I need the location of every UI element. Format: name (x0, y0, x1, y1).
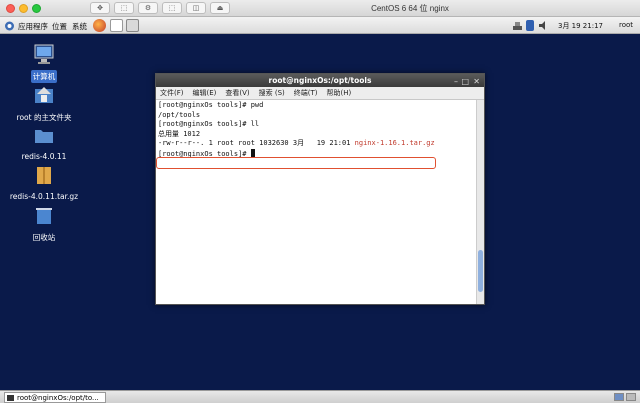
terminal-line: 总用量 1012 (158, 129, 201, 138)
desktop-icon-label: redis-4.0.11.tar.gz (9, 192, 79, 201)
menu-help[interactable]: 帮助(H) (327, 87, 352, 99)
desktop-icon-trash[interactable]: 回收站 (4, 204, 84, 244)
menu-edit[interactable]: 编辑(E) (193, 87, 217, 99)
desktop-icon-computer[interactable]: 计算机 (4, 43, 84, 83)
volume-icon[interactable] (538, 20, 549, 31)
host-window-title: CentOS 6 64 位 nginx (371, 4, 449, 13)
menu-applications[interactable]: 应用程序 (18, 21, 48, 32)
desktop-icon-label: 计算机 (30, 70, 58, 83)
desktop-icon-redis-archive[interactable]: redis-4.0.11.tar.gz (4, 164, 84, 202)
terminal-line: /opt/tools (158, 110, 201, 119)
terminal-output[interactable]: [root@nginxOs tools]# pwd /opt/tools [ro… (156, 100, 476, 304)
computer-icon (34, 44, 54, 64)
user-menu[interactable]: root (619, 21, 633, 29)
gnome-foot-icon (5, 21, 14, 31)
close-icon[interactable]: ✕ (473, 75, 480, 88)
terminal-titlebar[interactable]: root@nginxOs:/opt/tools – □ ✕ (156, 74, 484, 87)
terminal-line: [root@nginxOs tools]# pwd (158, 101, 264, 109)
workspace-1[interactable] (614, 393, 624, 401)
clock[interactable]: 3月 19 21:17 (558, 21, 603, 31)
terminal-line: [root@nginxOs tools]# ll (158, 120, 260, 128)
folder-icon (35, 130, 53, 143)
trash-icon (36, 208, 52, 224)
menu-terminal[interactable]: 终端(T) (294, 87, 318, 99)
terminal-launcher-icon[interactable] (126, 19, 139, 32)
terminal-menubar: 文件(F) 编辑(E) 查看(V) 搜索 (S) 终端(T) 帮助(H) (156, 87, 484, 100)
bluetooth-icon[interactable] (526, 20, 534, 31)
menu-system[interactable]: 系统 (72, 21, 87, 32)
desktop-icon-label: 回收站 (32, 233, 56, 242)
desktop-icon-label: redis-4.0.11 (21, 152, 67, 161)
file-permissions: -rw-r--r--. 1 root root 1032630 3月 19 21… (158, 139, 355, 147)
bottom-taskbar: root@nginxOs:/opt/to... (0, 390, 640, 403)
annotation-highlight-box (156, 157, 436, 169)
home-folder-icon (35, 87, 53, 103)
desktop-icon-label: root 的主文件夹 (16, 113, 72, 122)
minimize-icon[interactable]: – (454, 75, 458, 88)
menu-file[interactable]: 文件(F) (160, 87, 184, 99)
workspace-switcher[interactable] (614, 393, 636, 401)
menu-view[interactable]: 查看(V) (225, 87, 249, 99)
network-icon[interactable] (512, 20, 523, 31)
firefox-icon[interactable] (93, 19, 106, 32)
file-name: nginx-1.16.1.tar.gz (354, 139, 435, 147)
maximize-icon[interactable]: □ (461, 75, 469, 88)
host-titlebar: ✥ ⬚ ⚙ ⬚ ◫ ⏏ CentOS 6 64 位 nginx (0, 0, 640, 17)
terminal-ls-line: -rw-r--r--. 1 root root 1032630 3月 19 21… (158, 139, 474, 149)
menu-search[interactable]: 搜索 (S) (259, 87, 285, 99)
mail-icon[interactable] (110, 19, 123, 32)
archive-icon (37, 167, 51, 184)
desktop-icon-redis-folder[interactable]: redis-4.0.11 (4, 124, 84, 162)
text-cursor (250, 148, 255, 157)
menu-places[interactable]: 位置 (52, 21, 67, 32)
scroll-thumb[interactable] (478, 250, 483, 292)
terminal-title: root@nginxOs:/opt/tools (268, 76, 372, 85)
desktop-icon-home[interactable]: root 的主文件夹 (4, 84, 84, 124)
workspace-2[interactable] (626, 393, 636, 401)
gnome-top-panel: 应用程序 位置 系统 3月 19 21:17 root (0, 17, 640, 34)
terminal-icon (7, 395, 14, 401)
taskbar-item-terminal[interactable]: root@nginxOs:/opt/to... (4, 392, 106, 403)
taskbar-item-label: root@nginxOs:/opt/to... (17, 394, 99, 402)
terminal-window[interactable]: root@nginxOs:/opt/tools – □ ✕ 文件(F) 编辑(E… (155, 73, 485, 305)
terminal-scrollbar[interactable] (476, 100, 484, 304)
